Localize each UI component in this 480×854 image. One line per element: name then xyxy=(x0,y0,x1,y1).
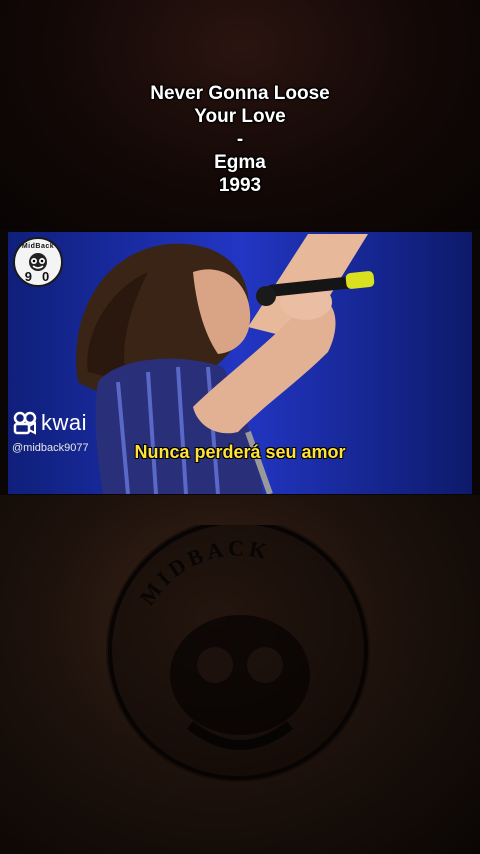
kwai-logo: kwai xyxy=(12,410,87,436)
song-title-overlay: Never Gonna Loose Your Love - Egma 1993 xyxy=(0,82,480,197)
kwai-brand-text: kwai xyxy=(41,410,88,435)
artist-name: Egma xyxy=(214,152,266,173)
title-separator: - xyxy=(236,129,244,150)
release-year: 1993 xyxy=(218,175,262,196)
title-line-1: Never Gonna Loose xyxy=(150,83,330,104)
kwai-icon xyxy=(13,411,37,435)
badge-number: 90 xyxy=(24,269,60,284)
title-line-2: Your Love xyxy=(194,106,286,127)
channel-badge[interactable]: MidBack 90 xyxy=(13,237,63,287)
video-subtitle: Nunca perderá seu amor xyxy=(134,442,346,462)
midback-watermark-logo: MIDBACK xyxy=(106,525,370,782)
badge-text: MidBack xyxy=(21,243,55,250)
